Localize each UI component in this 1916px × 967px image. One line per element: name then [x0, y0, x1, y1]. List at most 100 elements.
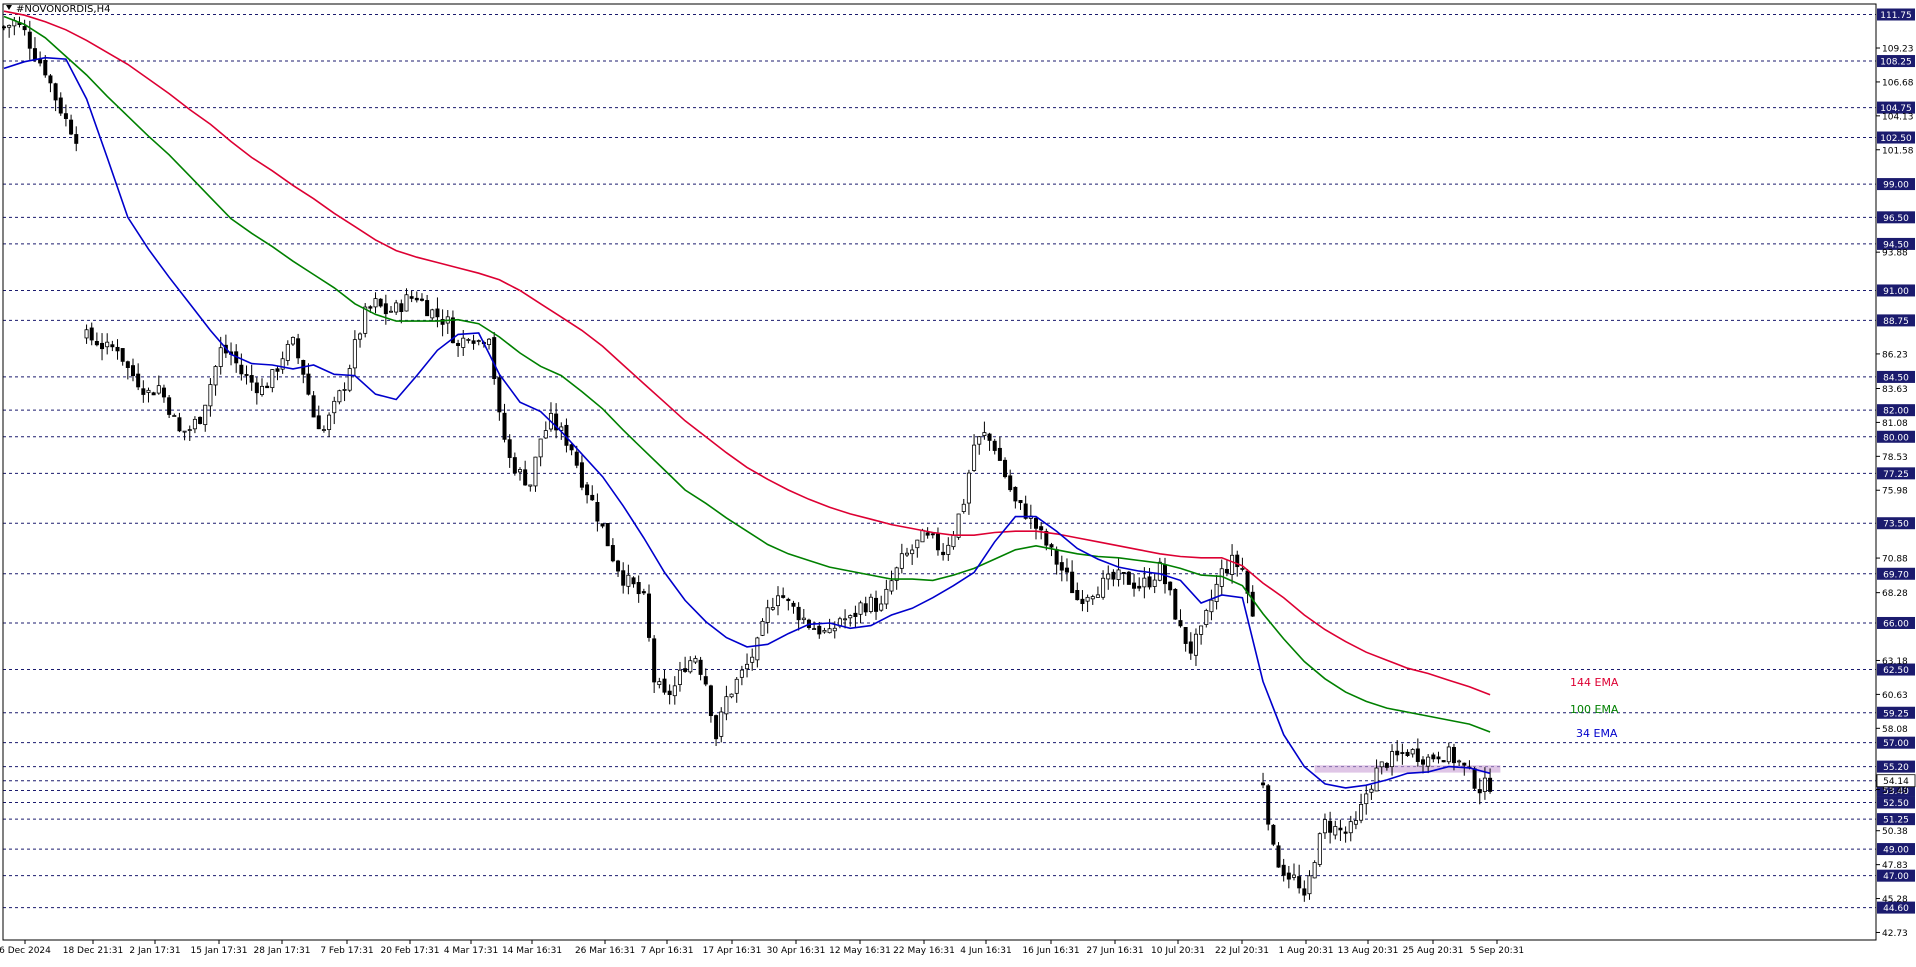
- candle-body: [606, 523, 609, 545]
- candle-body: [1339, 828, 1342, 830]
- candle-body: [426, 300, 429, 315]
- y-tick-label: 101.58: [1882, 146, 1914, 156]
- candle-body: [1189, 642, 1192, 653]
- candle-body: [472, 341, 475, 344]
- x-tick-label: 26 Mar 16:31: [575, 946, 635, 956]
- candle-body: [1003, 460, 1006, 476]
- candle-body: [333, 401, 336, 412]
- x-tick-label: 10 Jul 20:31: [1151, 946, 1205, 956]
- candle-body: [1194, 634, 1197, 655]
- y-tick-label: 47.83: [1882, 861, 1908, 871]
- candle-body: [1169, 582, 1172, 590]
- candle-body: [1034, 518, 1037, 528]
- x-tick-label: 22 Jul 20:31: [1215, 946, 1269, 956]
- x-tick-label: 2 Jan 17:31: [129, 946, 180, 956]
- candle-body: [890, 581, 893, 591]
- y-tick-label: 93.88: [1882, 249, 1908, 259]
- candle-body: [1313, 862, 1316, 877]
- y-tick-label: 45.28: [1882, 895, 1908, 905]
- candle-body: [1349, 822, 1352, 833]
- candle-body: [1452, 747, 1455, 762]
- candle-body: [616, 561, 619, 571]
- candle-body: [647, 594, 650, 638]
- candle-body: [1277, 846, 1280, 867]
- candle-body: [962, 504, 965, 511]
- candle-body: [1447, 747, 1450, 762]
- y-tick-label: 53.48: [1882, 786, 1908, 796]
- candle-body: [178, 418, 181, 431]
- candle-body: [1241, 568, 1244, 569]
- candle-body: [152, 393, 155, 395]
- candle-body: [85, 330, 88, 338]
- candle-body: [833, 628, 836, 631]
- candle-body: [1267, 786, 1270, 824]
- x-tick-label: 20 Feb 17:31: [380, 946, 439, 956]
- candle-body: [250, 375, 253, 382]
- candle-body: [1292, 875, 1295, 877]
- candle-body: [364, 307, 367, 333]
- level-tag-label: 66.00: [1883, 619, 1909, 629]
- candle-body: [1308, 876, 1311, 894]
- candle-body: [1065, 568, 1068, 572]
- candle-body: [198, 417, 201, 423]
- candle-body: [694, 658, 697, 662]
- candle-body: [1071, 572, 1074, 593]
- candle-body: [1427, 757, 1430, 766]
- candle-body: [632, 578, 635, 584]
- candle-body: [54, 84, 57, 100]
- candle-body: [121, 348, 124, 361]
- candle-body: [874, 598, 877, 611]
- candle-body: [297, 339, 300, 358]
- candle-body: [389, 311, 392, 312]
- candle-body: [859, 603, 862, 614]
- price-chart[interactable]: 111.75108.25104.75102.5099.0096.5094.509…: [0, 0, 1916, 963]
- candle-body: [1138, 586, 1141, 588]
- candle-body: [49, 76, 52, 83]
- x-tick-label: 13 Aug 20:31: [1338, 946, 1399, 956]
- candle-body: [947, 545, 950, 554]
- candle-body: [322, 430, 325, 431]
- x-tick-label: 18 Dec 21:31: [63, 946, 124, 956]
- candle-body: [353, 340, 356, 368]
- level-tag-label: 99.00: [1883, 181, 1909, 191]
- candle-body: [1344, 832, 1347, 833]
- candle-body: [338, 391, 341, 402]
- candle-body: [1184, 627, 1187, 643]
- candle-body: [1101, 578, 1104, 597]
- candle-body: [905, 553, 908, 555]
- candle-body: [1153, 580, 1156, 586]
- candle-body: [1458, 761, 1461, 762]
- candle-body: [1483, 778, 1486, 791]
- candle-body: [1205, 610, 1208, 624]
- candle-body: [1215, 584, 1218, 601]
- candle-body: [539, 439, 542, 457]
- candle-body: [627, 575, 630, 586]
- candle-body: [1478, 789, 1481, 792]
- candle-body: [1040, 527, 1043, 530]
- candle-body: [1473, 769, 1476, 789]
- candle-body: [183, 431, 186, 432]
- candle-body: [188, 430, 191, 431]
- candle-body: [885, 589, 888, 604]
- candle-body: [374, 299, 377, 307]
- candle-body: [137, 374, 140, 387]
- candle-body: [524, 470, 527, 485]
- candle-body: [384, 304, 387, 314]
- chart-area[interactable]: 111.75108.25104.75102.5099.0096.5094.509…: [0, 0, 1916, 963]
- candle-body: [1303, 889, 1306, 895]
- candle-body: [1091, 597, 1094, 599]
- candle-body: [580, 463, 583, 488]
- candle-body: [978, 437, 981, 444]
- candle-body: [1143, 578, 1146, 587]
- candle-body: [673, 686, 676, 696]
- candle-body: [745, 664, 748, 668]
- current-price-label: 54.14: [1883, 777, 1909, 787]
- candle-body: [942, 552, 945, 554]
- candle-body: [854, 613, 857, 616]
- x-tick-label: 17 Apr 16:31: [703, 946, 762, 956]
- candle-body: [209, 385, 212, 406]
- candle-body: [730, 694, 733, 697]
- candle-body: [534, 457, 537, 486]
- candle-body: [1251, 592, 1254, 616]
- x-tick-label: 15 Jan 17:31: [191, 946, 248, 956]
